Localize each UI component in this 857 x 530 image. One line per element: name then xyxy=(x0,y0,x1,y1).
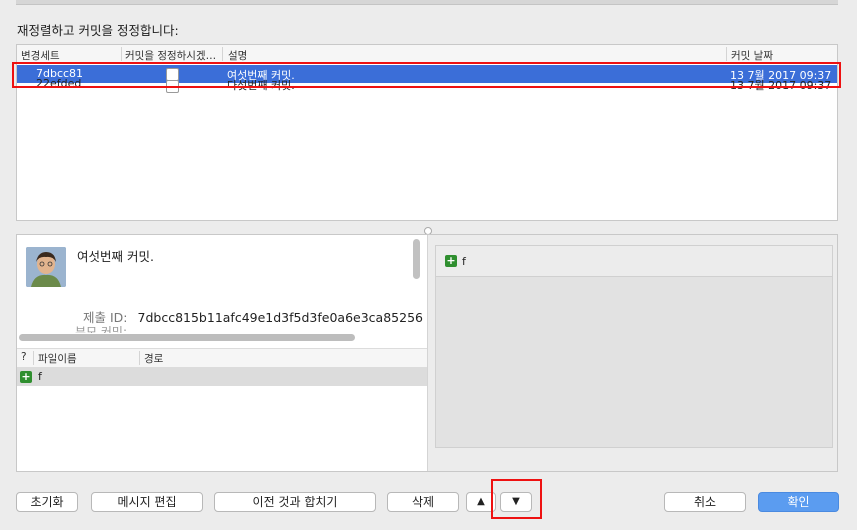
file-name: f xyxy=(38,370,42,383)
col-description[interactable]: 설명 xyxy=(228,48,247,63)
delete-button[interactable]: 삭제 xyxy=(387,492,459,512)
pane-divider[interactable] xyxy=(427,235,428,471)
column-separator xyxy=(33,351,34,365)
parent-line-clipped: 부모 커밋: 22efded0b3730e2c7406d4dbe8fdf5eca… xyxy=(75,326,128,333)
reset-button[interactable]: 초기화 xyxy=(16,492,78,512)
column-separator xyxy=(139,351,140,365)
commit-id-label: 제출 ID: xyxy=(83,310,128,325)
col-path[interactable]: 경로 xyxy=(144,351,163,366)
column-separator xyxy=(121,47,122,61)
commit-detail-pane: 여섯번째 커밋. 제출 ID: 7dbcc815b11afc49e1d3f5d3f… xyxy=(17,235,427,471)
detail-area: 여섯번째 커밋. 제출 ID: 7dbcc815b11afc49e1d3f5d3f… xyxy=(16,234,838,472)
cancel-button[interactable]: 취소 xyxy=(664,492,746,512)
dialog-heading: 재정렬하고 커밋을 정정합니다: xyxy=(17,23,179,38)
commit-id-value: 7dbcc815b11afc49e1d3f5d3fe0a6e3ca8525646 xyxy=(137,310,424,325)
squash-button[interactable]: 이전 것과 합치기 xyxy=(214,492,376,512)
detail-horizontal-scrollbar[interactable] xyxy=(19,334,355,341)
added-file-icon: + xyxy=(445,254,457,267)
col-date[interactable]: 커밋 날짜 xyxy=(731,48,773,63)
column-separator xyxy=(222,47,223,61)
ok-button[interactable]: 확인 xyxy=(758,492,839,512)
col-status[interactable]: ? xyxy=(21,351,27,363)
added-file-icon: + xyxy=(20,370,32,383)
file-table-header: ? 파일이름 경로 xyxy=(17,348,427,368)
edit-message-button[interactable]: 메시지 편집 xyxy=(91,492,203,512)
move-down-highlight xyxy=(491,479,542,519)
column-separator xyxy=(726,47,727,61)
col-amend[interactable]: 커밋을 정정하시겠… xyxy=(125,48,216,63)
diff-file-name: f xyxy=(462,255,466,268)
diff-pane: + f xyxy=(435,245,833,448)
commit-message: 여섯번째 커밋. xyxy=(77,249,154,264)
col-changeset[interactable]: 변경세트 xyxy=(21,48,60,63)
author-avatar xyxy=(26,247,66,287)
selected-row-highlight xyxy=(12,62,841,88)
top-divider xyxy=(16,0,838,5)
diff-file-header: + f xyxy=(436,246,832,277)
detail-vertical-scrollbar[interactable] xyxy=(413,239,420,279)
commit-id-line: 제출 ID: 7dbcc815b11afc49e1d3f5d3fe0a6e3ca8… xyxy=(83,307,423,326)
file-row[interactable]: + f xyxy=(17,368,427,386)
col-filename[interactable]: 파일이름 xyxy=(38,351,77,366)
